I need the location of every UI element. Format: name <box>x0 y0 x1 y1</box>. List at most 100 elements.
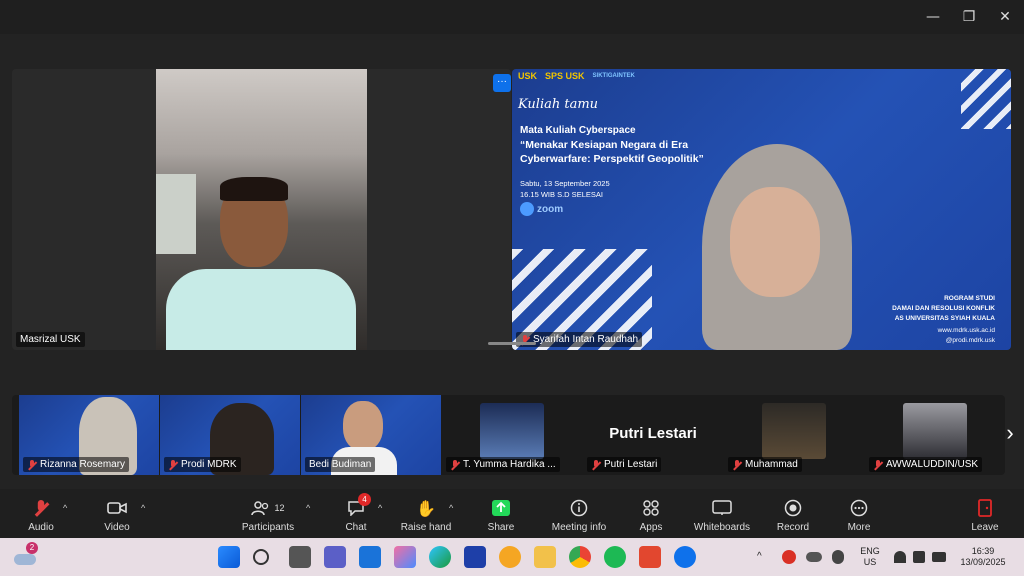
participant-name-tag: Muhammad <box>728 457 802 472</box>
chat-options-caret[interactable]: ^ <box>378 503 382 513</box>
chat-button[interactable]: 4 Chat <box>338 493 374 533</box>
mic-muted-icon <box>732 459 742 470</box>
person-shirt <box>166 269 356 350</box>
mic-muted-icon <box>168 459 178 470</box>
outlook-icon[interactable] <box>359 546 381 568</box>
participant-face <box>343 401 383 451</box>
slide-date: Sabtu, 13 September 2025 <box>520 179 610 188</box>
more-options-button[interactable]: ··· <box>493 74 511 92</box>
share-button[interactable]: Share <box>482 497 520 533</box>
gallery-tile-putri-lestari[interactable]: Putri Lestari Putri Lestari <box>583 395 723 475</box>
slide-time: 16.15 WIB S.D SELESAI <box>520 190 603 199</box>
logo-sps-usk: SPS USK <box>545 71 585 81</box>
windows-taskbar: 2 ^ ENG US 16:39 13/09/2025 <box>0 538 1024 576</box>
zoom-camera-icon <box>520 202 534 216</box>
speaker-name-tag: Masrizal USK <box>16 332 85 347</box>
participant-name-tag: AWWALUDDIN/USK <box>869 457 983 472</box>
gallery-tile-prodi-mdrk[interactable]: Prodi MDRK <box>160 395 300 475</box>
gallery-strip: Rizanna Rosemary Prodi MDRK Bedi Budiman… <box>12 395 1005 475</box>
leave-button[interactable]: Leave <box>966 497 1004 533</box>
chat-badge: 4 <box>358 493 371 506</box>
copilot-icon[interactable] <box>394 546 416 568</box>
pdf-app-icon[interactable] <box>639 546 661 568</box>
leave-door-icon <box>978 499 992 517</box>
audio-button[interactable]: Audio <box>20 497 62 533</box>
video-camera-icon <box>107 502 127 514</box>
search-icon[interactable] <box>253 549 269 565</box>
gallery-tile-yumma[interactable]: T. Yumma Hardika ... <box>442 395 582 475</box>
apps-icon <box>643 500 659 516</box>
participant-avatar <box>762 403 826 459</box>
minimize-button[interactable]: — <box>921 6 945 28</box>
battery-icon[interactable] <box>932 552 946 562</box>
slide-ig: @prodi.mdrk.usk <box>945 337 995 344</box>
weather-cloud-icon <box>14 554 36 565</box>
gallery-tile-awwaluddin[interactable]: AWWALUDDIN/USK <box>865 395 1005 475</box>
slide-stripes-top <box>961 69 1011 129</box>
apps-button[interactable]: Apps <box>634 497 668 533</box>
language-indicator[interactable]: ENG US <box>856 546 884 568</box>
participant-name-tag: T. Yumma Hardika ... <box>446 457 560 472</box>
raise-hand-button[interactable]: ✋ Raise hand <box>400 497 452 534</box>
task-view-icon[interactable] <box>289 546 311 568</box>
slide-logos: USK SPS USK SIKTIGAINTEK <box>518 71 635 81</box>
whiteboards-button[interactable]: Whiteboards <box>690 497 754 533</box>
participant-name-tag: Putri Lestari <box>587 457 662 472</box>
hand-icon: ✋ <box>416 498 436 518</box>
close-button[interactable]: ✕ <box>993 6 1017 28</box>
wifi-icon[interactable] <box>894 551 906 563</box>
tray-mic-icon[interactable] <box>832 550 844 564</box>
teams-icon[interactable] <box>324 546 346 568</box>
weather-widget[interactable]: 2 <box>14 542 38 566</box>
mic-muted-icon <box>591 459 601 470</box>
slide-web: www.mdrk.usk.ac.id <box>937 327 995 334</box>
more-button[interactable]: More <box>842 497 876 533</box>
audio-options-caret[interactable]: ^ <box>63 503 67 513</box>
info-icon <box>570 499 588 517</box>
logo-usk: USK <box>518 71 538 81</box>
clock[interactable]: 16:39 13/09/2025 <box>955 546 1011 568</box>
tray-overflow-icon[interactable]: ^ <box>757 551 762 562</box>
record-icon <box>784 499 802 517</box>
volume-icon[interactable] <box>913 551 925 563</box>
file-explorer-icon[interactable] <box>534 546 556 568</box>
zoom-icon[interactable] <box>674 546 696 568</box>
meeting-info-button[interactable]: Meeting info <box>548 497 610 533</box>
start-windows-icon[interactable] <box>218 546 240 568</box>
speaker-tile-syarifah[interactable]: USK SPS USK SIKTIGAINTEK Kuliah tamu Mat… <box>512 69 1011 350</box>
tray-gmail-icon[interactable] <box>782 550 796 564</box>
raise-hand-options-caret[interactable]: ^ <box>449 503 453 513</box>
slide-program-3: AS UNIVERSITAS SYIAH KUALA <box>894 315 995 322</box>
restore-button[interactable]: ❐ <box>957 6 981 28</box>
participants-button[interactable]: 12 Participants <box>240 497 296 533</box>
gallery-tile-bedi-budiman[interactable]: Bedi Budiman <box>301 395 441 475</box>
chrome-icon[interactable] <box>569 546 591 568</box>
slide-program-1: ROGRAM STUDI <box>944 295 995 302</box>
participant-name-tag: Rizanna Rosemary <box>23 457 130 472</box>
mic-muted-icon <box>27 459 37 470</box>
participants-options-caret[interactable]: ^ <box>306 503 310 513</box>
slide-script-title: Kuliah tamu <box>518 97 599 112</box>
edge-icon[interactable] <box>429 546 451 568</box>
participant-avatar <box>903 403 967 459</box>
video-button[interactable]: Video <box>96 497 138 533</box>
video-options-caret[interactable]: ^ <box>141 503 145 513</box>
person-face <box>730 187 820 297</box>
app-icon[interactable] <box>499 546 521 568</box>
car-window <box>156 174 196 254</box>
gallery-tile-rizanna[interactable]: Rizanna Rosemary <box>19 395 159 475</box>
speaker-tile-masrizal[interactable]: Masrizal USK <box>12 69 511 350</box>
video-feed <box>156 69 367 350</box>
tray-cloud-icon[interactable] <box>806 552 822 562</box>
vpn-app-icon[interactable] <box>464 546 486 568</box>
slide-title-2: Cyberwarfare: Perspektif Geopolitik” <box>520 153 704 165</box>
participant-big-name: Putri Lestari <box>609 425 697 442</box>
spotify-icon[interactable] <box>604 546 626 568</box>
record-button[interactable]: Record <box>774 497 812 533</box>
participant-avatar <box>480 403 544 459</box>
zoom-logo: zoom <box>520 202 563 216</box>
participants-icon <box>251 501 269 516</box>
gallery-next-button[interactable]: › <box>1003 418 1017 448</box>
gallery-tile-muhammad[interactable]: Muhammad <box>724 395 864 475</box>
layout-resize-handle[interactable] <box>488 342 536 345</box>
